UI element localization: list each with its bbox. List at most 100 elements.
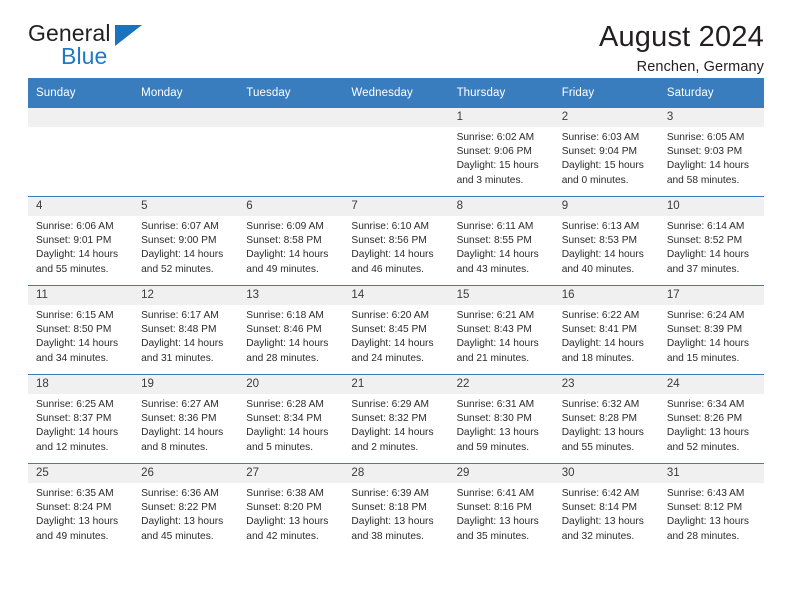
daylight-text: Daylight: 14 hours and 49 minutes. [246,249,329,275]
day-number [28,108,134,127]
sunrise-text: Sunrise: 6:05 AM [666,132,745,143]
day-details: Sunrise: 6:10 AM Sunset: 8:56 PM Daylight:… [343,216,448,277]
day-details: Sunrise: 6:18 AM Sunset: 8:46 PM Daylight:… [238,305,343,366]
calendar-day-cell[interactable]: 19 Sunrise: 6:27 AM Sunset: 8:36 PM Dayligh… [133,374,239,464]
calendar-day-cell[interactable]: 18 Sunrise: 6:25 AM Sunset: 8:37 PM Dayligh… [28,374,134,464]
calendar-day-cell[interactable]: 17 Sunrise: 6:24 AM Sunset: 8:39 PM Dayligh… [658,285,764,375]
calendar-day-cell[interactable]: 21 Sunrise: 6:29 AM Sunset: 8:32 PM Dayligh… [343,374,449,464]
calendar-day-cell[interactable]: 8 Sunrise: 6:11 AM Sunset: 8:55 PM Daylight… [448,196,554,286]
day-number: 8 [448,197,554,216]
day-number: 18 [28,375,134,394]
sunrise-text: Sunrise: 6:21 AM [456,310,535,321]
day-details: Sunrise: 6:27 AM Sunset: 8:36 PM Daylight:… [133,394,238,455]
day-number: 13 [238,286,344,305]
calendar-day-cell[interactable]: 31 Sunrise: 6:43 AM Sunset: 8:12 PM Dayligh… [658,463,764,553]
day-number: 6 [238,197,344,216]
daylight-text: Daylight: 15 hours and 0 minutes. [561,160,644,186]
calendar-day-cell[interactable]: 16 Sunrise: 6:22 AM Sunset: 8:41 PM Dayligh… [553,285,659,375]
calendar-day-cell[interactable]: 20 Sunrise: 6:28 AM Sunset: 8:34 PM Dayligh… [238,374,344,464]
sunrise-text: Sunrise: 6:18 AM [246,310,324,321]
calendar-day-cell[interactable]: 13 Sunrise: 6:18 AM Sunset: 8:46 PM Dayligh… [238,285,344,375]
sunrise-text: Sunrise: 6:39 AM [351,488,430,499]
day-number: 5 [133,197,239,216]
daylight-text: Daylight: 14 hours and 8 minutes. [141,427,224,453]
calendar-day-cell[interactable]: 5 Sunrise: 6:07 AM Sunset: 9:00 PM Daylight… [133,196,239,286]
day-number [343,108,449,127]
calendar-day-cell[interactable]: 6 Sunrise: 6:09 AM Sunset: 8:58 PM Daylight… [238,196,344,286]
day-details: Sunrise: 6:31 AM Sunset: 8:30 PM Daylight:… [449,394,554,455]
calendar-day-cell[interactable]: 28 Sunrise: 6:39 AM Sunset: 8:18 PM Dayligh… [343,463,449,553]
day-number: 20 [238,375,344,394]
sunset-text: Sunset: 8:48 PM [141,324,217,336]
day-details: Sunrise: 6:15 AM Sunset: 8:50 PM Daylight:… [28,305,133,366]
day-number: 23 [553,375,659,394]
daylight-text: Daylight: 13 hours and 38 minutes. [351,516,434,542]
day-details: Sunrise: 6:05 AM Sunset: 9:03 PM Daylight:… [659,127,764,188]
weekday-header-wednesday: Wednesday [343,78,449,108]
sunrise-text: Sunrise: 6:13 AM [561,221,640,232]
general-blue-logo[interactable]: General Blue [28,22,178,74]
day-details: Sunrise: 6:36 AM Sunset: 8:22 PM Daylight:… [133,483,238,544]
day-number: 15 [448,286,554,305]
sunrise-text: Sunrise: 6:34 AM [666,399,745,410]
day-details: Sunrise: 6:20 AM Sunset: 8:45 PM Daylight:… [343,305,448,366]
sunset-text: Sunset: 8:32 PM [351,413,427,425]
sunset-text: Sunset: 8:39 PM [666,324,743,336]
day-details: Sunrise: 6:06 AM Sunset: 9:01 PM Daylight:… [28,216,133,277]
sunrise-text: Sunrise: 6:29 AM [351,399,430,410]
day-number: 29 [448,464,554,483]
calendar-day-cell[interactable]: 4 Sunrise: 6:06 AM Sunset: 9:01 PM Daylight… [28,196,134,286]
calendar-day-cell[interactable]: 30 Sunrise: 6:42 AM Sunset: 8:14 PM Dayligh… [553,463,659,553]
day-details: Sunrise: 6:07 AM Sunset: 9:00 PM Daylight:… [133,216,238,277]
calendar-day-cell[interactable]: 25 Sunrise: 6:35 AM Sunset: 8:24 PM Dayligh… [28,463,134,553]
day-details: Sunrise: 6:21 AM Sunset: 8:43 PM Daylight:… [449,305,554,366]
calendar-day-cell[interactable]: 7 Sunrise: 6:10 AM Sunset: 8:56 PM Daylight… [343,196,449,286]
calendar-day-cell[interactable]: 12 Sunrise: 6:17 AM Sunset: 8:48 PM Dayligh… [133,285,239,375]
sunrise-text: Sunrise: 6:14 AM [666,221,745,232]
calendar-day-cell-empty [343,107,449,197]
calendar-day-cell[interactable]: 15 Sunrise: 6:21 AM Sunset: 8:43 PM Dayligh… [448,285,554,375]
day-details: Sunrise: 6:02 AM Sunset: 9:06 PM Daylight:… [449,127,554,188]
day-details: Sunrise: 6:29 AM Sunset: 8:32 PM Daylight:… [343,394,448,455]
calendar-day-cell[interactable]: 2 Sunrise: 6:03 AM Sunset: 9:04 PM Daylight… [553,107,659,197]
day-number: 17 [658,286,764,305]
calendar-day-cell[interactable]: 11 Sunrise: 6:15 AM Sunset: 8:50 PM Dayligh… [28,285,134,375]
day-details: Sunrise: 6:14 AM Sunset: 8:52 PM Daylight:… [659,216,764,277]
day-number: 26 [133,464,239,483]
calendar-day-cell[interactable]: 1 Sunrise: 6:02 AM Sunset: 9:06 PM Daylight… [448,107,554,197]
day-details: Sunrise: 6:39 AM Sunset: 8:18 PM Daylight:… [343,483,448,544]
daylight-text: Daylight: 14 hours and 40 minutes. [561,249,644,275]
day-details: Sunrise: 6:09 AM Sunset: 8:58 PM Daylight:… [238,216,343,277]
sunrise-text: Sunrise: 6:31 AM [456,399,535,410]
sunset-text: Sunset: 8:58 PM [246,235,322,247]
calendar-day-cell[interactable]: 9 Sunrise: 6:13 AM Sunset: 8:53 PM Daylight… [553,196,659,286]
calendar-day-cell[interactable]: 24 Sunrise: 6:34 AM Sunset: 8:26 PM Dayligh… [658,374,764,464]
sunrise-text: Sunrise: 6:20 AM [351,310,430,321]
day-number: 25 [28,464,134,483]
sunset-text: Sunset: 8:28 PM [561,413,638,425]
day-number: 14 [343,286,449,305]
day-number: 27 [238,464,344,483]
sunrise-text: Sunrise: 6:10 AM [351,221,430,232]
calendar-day-cell[interactable]: 14 Sunrise: 6:20 AM Sunset: 8:45 PM Dayligh… [343,285,449,375]
day-details: Sunrise: 6:13 AM Sunset: 8:53 PM Daylight:… [554,216,659,277]
calendar-day-cell[interactable]: 29 Sunrise: 6:41 AM Sunset: 8:16 PM Dayligh… [448,463,554,553]
weekday-header-tuesday: Tuesday [238,78,344,108]
sunset-text: Sunset: 8:55 PM [456,235,532,247]
sunrise-text: Sunrise: 6:28 AM [246,399,324,410]
sunset-text: Sunset: 8:12 PM [666,502,743,514]
daylight-text: Daylight: 14 hours and 34 minutes. [36,338,119,364]
page-title: August 2024 [598,21,764,53]
sunrise-text: Sunrise: 6:03 AM [561,132,640,143]
calendar-day-cell[interactable]: 26 Sunrise: 6:36 AM Sunset: 8:22 PM Dayligh… [133,463,239,553]
calendar-day-cell[interactable]: 22 Sunrise: 6:31 AM Sunset: 8:30 PM Dayligh… [448,374,554,464]
calendar-day-cell[interactable]: 10 Sunrise: 6:14 AM Sunset: 8:52 PM Dayligh… [658,196,764,286]
sunset-text: Sunset: 8:34 PM [246,413,322,425]
calendar-day-cell[interactable]: 23 Sunrise: 6:32 AM Sunset: 8:28 PM Dayligh… [553,374,659,464]
daylight-text: Daylight: 13 hours and 45 minutes. [141,516,224,542]
calendar-day-cell[interactable]: 3 Sunrise: 6:05 AM Sunset: 9:03 PM Daylight… [658,107,764,197]
day-number [238,108,344,127]
sunrise-text: Sunrise: 6:35 AM [36,488,114,499]
calendar-day-cell[interactable]: 27 Sunrise: 6:38 AM Sunset: 8:20 PM Dayligh… [238,463,344,553]
title-block: August 2024 Renchen, Germany [598,21,764,76]
